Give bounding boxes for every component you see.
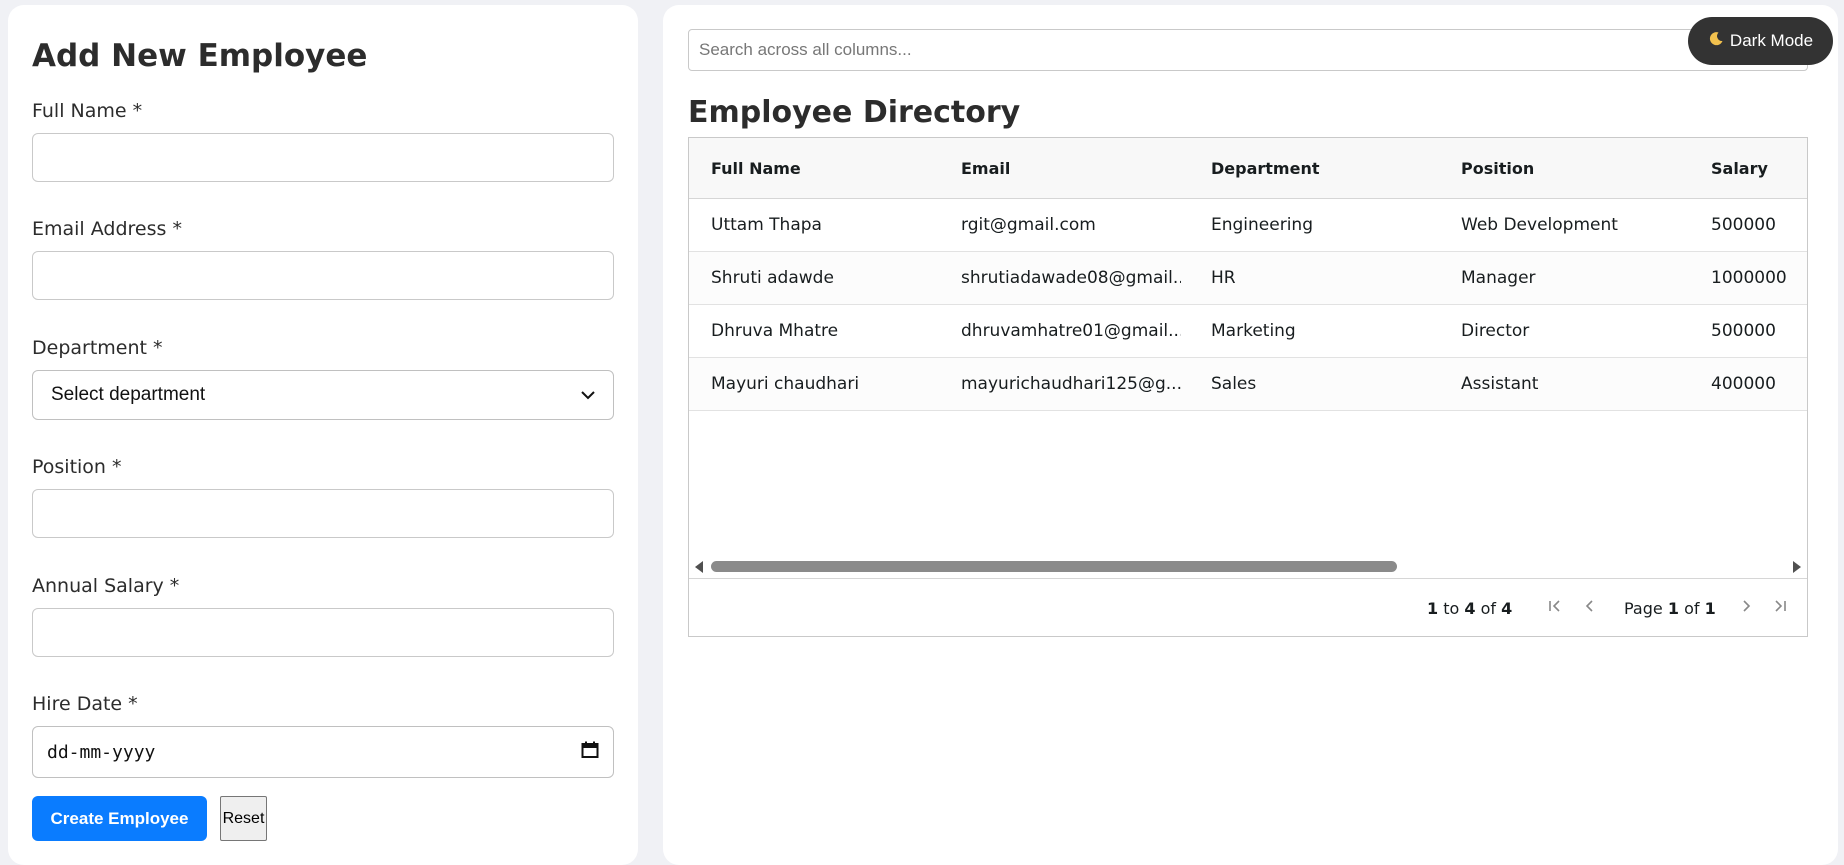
employee-grid: Full Name Email Department Position Sala…	[688, 137, 1808, 637]
table-row[interactable]: Uttam Thapa rgit@gmail.com Engineering W…	[689, 199, 1807, 252]
of-word: of	[1480, 599, 1497, 618]
salary-label: Annual Salary *	[32, 575, 180, 597]
cell-email: mayurichaudhari125@g...	[961, 374, 1181, 394]
cell-department: Marketing	[1211, 321, 1296, 341]
cell-salary: 1000000	[1711, 268, 1787, 288]
column-header-full-name[interactable]: Full Name	[711, 138, 951, 199]
department-select[interactable]: Select department	[32, 370, 614, 420]
cell-email: shrutiadawade08@gmail...	[961, 268, 1181, 288]
calendar-icon[interactable]	[581, 741, 599, 764]
dark-mode-toggle[interactable]: Dark Mode	[1688, 17, 1833, 65]
hire-date-input[interactable]: dd-mm-yyyy	[32, 726, 614, 778]
cell-full-name: Uttam Thapa	[711, 215, 822, 235]
add-employee-form: Add New Employee Full Name * Email Addre…	[8, 5, 638, 865]
row-summary: 1 to 4 of 4	[1427, 599, 1512, 618]
scroll-left-icon[interactable]	[695, 561, 703, 573]
email-input[interactable]	[32, 251, 614, 300]
table-row[interactable]: Dhruva Mhatre dhruvamhatre01@gmail.... M…	[689, 305, 1807, 358]
position-label: Position *	[32, 456, 122, 478]
row-from: 1	[1427, 599, 1439, 618]
moon-icon	[1708, 31, 1724, 52]
cell-full-name: Shruti adawde	[711, 268, 834, 288]
email-label: Email Address *	[32, 218, 182, 240]
hire-date-label: Hire Date *	[32, 693, 138, 715]
create-employee-button[interactable]: Create Employee	[32, 796, 207, 841]
column-header-email[interactable]: Email	[961, 138, 1181, 199]
cell-email: rgit@gmail.com	[961, 215, 1096, 235]
previous-page-icon[interactable]	[1579, 595, 1601, 617]
full-name-label: Full Name *	[32, 100, 143, 122]
page-indicator: Page 1 of 1	[1624, 599, 1716, 618]
cell-department: Engineering	[1211, 215, 1313, 235]
reset-button[interactable]: Reset	[220, 796, 267, 841]
scroll-right-icon[interactable]	[1793, 561, 1801, 573]
page-of-word: of	[1684, 599, 1700, 618]
form-title: Add New Employee	[32, 38, 368, 74]
search-input[interactable]: Search across all columns...	[688, 29, 1808, 71]
position-input[interactable]	[32, 489, 614, 538]
first-page-icon[interactable]	[1544, 595, 1566, 617]
cell-full-name: Dhruva Mhatre	[711, 321, 839, 341]
next-page-icon[interactable]	[1735, 595, 1757, 617]
full-name-input[interactable]	[32, 133, 614, 182]
cell-salary: 500000	[1711, 215, 1776, 235]
cell-department: Sales	[1211, 374, 1257, 394]
pagination-panel: 1 to 4 of 4 Page 1 of 1	[689, 578, 1807, 636]
cell-position: Manager	[1461, 268, 1536, 288]
column-header-salary[interactable]: Salary	[1711, 138, 1807, 199]
directory-title: Employee Directory	[688, 95, 1021, 130]
total-pages: 1	[1704, 599, 1716, 618]
dark-mode-label: Dark Mode	[1729, 31, 1814, 50]
current-page: 1	[1667, 599, 1679, 618]
grid-header: Full Name Email Department Position Sala…	[689, 138, 1807, 199]
cell-position: Web Development	[1461, 215, 1618, 235]
column-header-department[interactable]: Department	[1211, 138, 1451, 199]
hire-date-placeholder: dd-mm-yyyy	[47, 741, 156, 763]
scrollbar-thumb[interactable]	[711, 561, 1397, 572]
cell-salary: 400000	[1711, 374, 1776, 394]
table-row[interactable]: Mayuri chaudhari mayurichaudhari125@g...…	[689, 358, 1807, 411]
page-word: Page	[1624, 599, 1663, 618]
salary-input[interactable]	[32, 608, 614, 657]
last-page-icon[interactable]	[1769, 595, 1791, 617]
employee-directory-panel: Search across all columns... Employee Di…	[663, 5, 1838, 865]
cell-position: Assistant	[1461, 374, 1539, 394]
table-row[interactable]: Shruti adawde shrutiadawade08@gmail... H…	[689, 252, 1807, 305]
column-header-position[interactable]: Position	[1461, 138, 1701, 199]
horizontal-scrollbar[interactable]	[689, 557, 1807, 575]
row-total: 4	[1501, 599, 1513, 618]
cell-email: dhruvamhatre01@gmail....	[961, 321, 1181, 341]
cell-position: Director	[1461, 321, 1530, 341]
chevron-down-icon	[581, 384, 595, 406]
to-word: to	[1443, 599, 1460, 618]
department-label: Department *	[32, 337, 163, 359]
cell-full-name: Mayuri chaudhari	[711, 374, 860, 394]
row-to: 4	[1464, 599, 1476, 618]
department-selected-value: Select department	[51, 384, 206, 405]
cell-department: HR	[1211, 268, 1236, 288]
cell-salary: 500000	[1711, 321, 1776, 341]
